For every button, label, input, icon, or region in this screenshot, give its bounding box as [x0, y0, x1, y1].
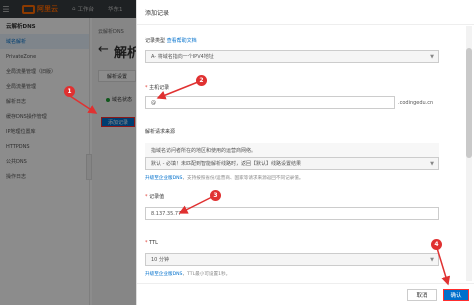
request-source-value: 默认 - 必填！未匹配到智能解析线路时，返回【默认】线路设置结果	[151, 161, 301, 167]
upgrade-hint-text-1: ，支持按照省份/运营商、国家等请求来源返回不同记录值。	[182, 176, 304, 181]
upgrade-enterprise-link-1[interactable]: 升级至企业版DNS	[145, 176, 182, 181]
chevron-down-icon: ▼	[430, 161, 434, 167]
record-type-label: 记录类型 查看帮助文档	[145, 37, 197, 44]
add-record-drawer: 添加记录 记录类型 查看帮助文档 A- 将域名指向一个IPV4地址 ▼ * 主机…	[136, 0, 474, 305]
confirm-button[interactable]: 确认	[443, 289, 469, 301]
step-marker-2: 2	[196, 75, 207, 86]
ttl-select[interactable]: 10 分钟 ▼	[145, 253, 439, 266]
host-record-label: * 主机记录	[145, 85, 170, 91]
drawer-scrollbar[interactable]	[466, 26, 472, 281]
step-marker-1: 1	[64, 86, 75, 97]
record-type-select[interactable]: A- 将域名指向一个IPV4地址 ▼	[145, 50, 439, 63]
request-source-select[interactable]: 默认 - 必填！未匹配到智能解析线路时，返回【默认】线路设置结果 ▼	[145, 157, 439, 170]
step-marker-3: 3	[210, 190, 221, 201]
record-value-label-text: 记录值	[149, 194, 165, 200]
drawer-footer: 取消 确认	[137, 283, 474, 305]
drawer-divider	[137, 24, 474, 25]
record-type-label-text: 记录类型	[145, 38, 166, 44]
record-type-value: A- 将域名指向一个IPV4地址	[151, 54, 214, 60]
upgrade-enterprise-link-2[interactable]: 升级至企业版DNS	[145, 272, 182, 277]
domain-suffix: .codingedu.cn	[398, 100, 434, 106]
drawer-title: 添加记录	[145, 10, 170, 17]
record-value-label: * 记录值	[145, 194, 165, 200]
step-marker-4: 4	[431, 239, 442, 250]
request-source-info: 指域名访问者所在的地区和使用的运营商网络。	[145, 143, 439, 157]
record-value-input[interactable]: 8.137.35.77	[145, 207, 439, 220]
scrollbar-thumb[interactable]	[466, 48, 472, 158]
upgrade-hint-text-2: ，TTL最小可设置1秒。	[182, 272, 231, 277]
upgrade-hint-line-2: 升级至企业版DNS，TTL最小可设置1秒。	[145, 271, 230, 277]
chevron-down-icon: ▼	[430, 54, 434, 60]
host-record-label-text: 主机记录	[149, 85, 170, 91]
upgrade-hint-line: 升级至企业版DNS，支持按照省份/运营商、国家等请求来源返回不同记录值。	[145, 175, 303, 181]
ttl-value: 10 分钟	[151, 257, 169, 263]
cancel-button[interactable]: 取消	[407, 289, 437, 301]
request-source-label: 解析请求来源	[145, 129, 176, 135]
help-doc-link[interactable]: 查看帮助文档	[167, 38, 197, 44]
ttl-label: * TTL	[145, 240, 158, 246]
ttl-label-text: TTL	[149, 240, 158, 246]
chevron-down-icon: ▼	[430, 257, 434, 263]
host-record-input[interactable]: @	[145, 96, 395, 109]
